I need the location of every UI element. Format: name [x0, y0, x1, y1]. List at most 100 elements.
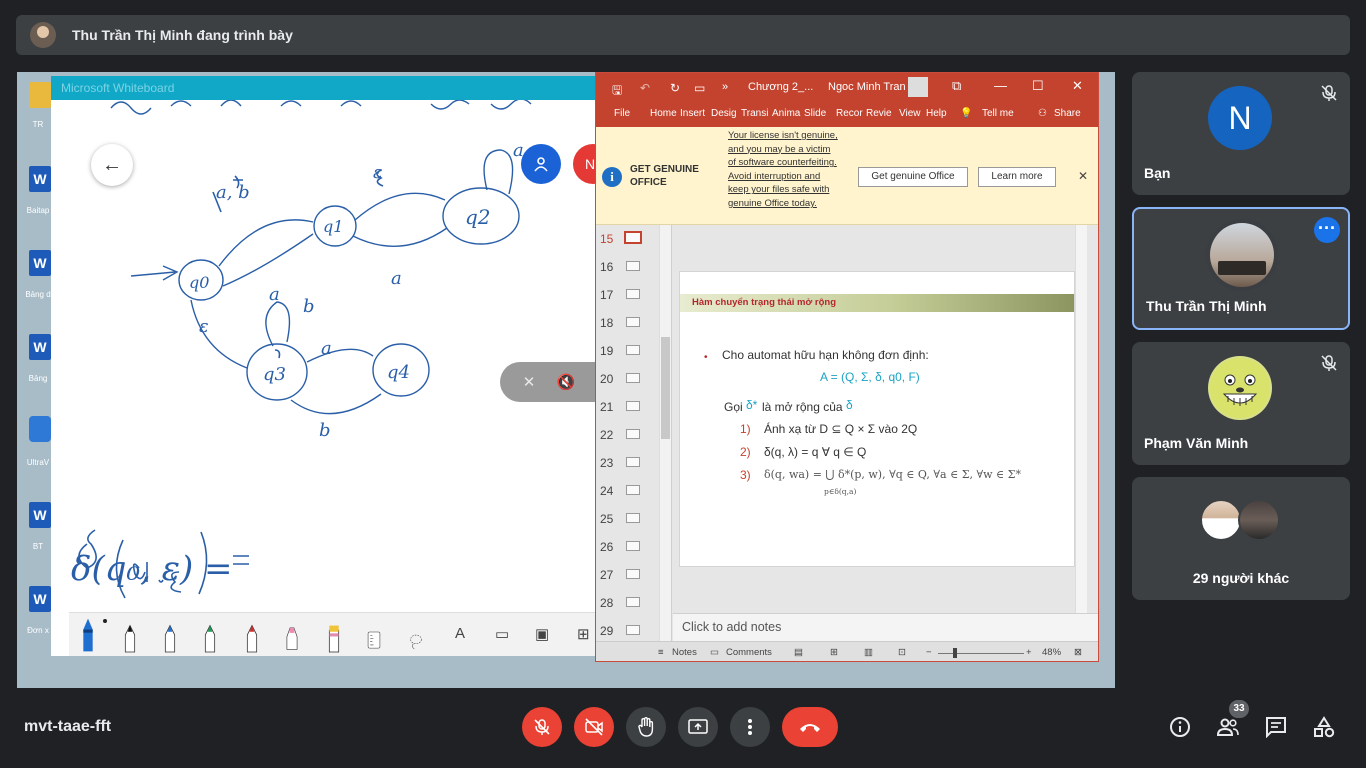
comments-icon[interactable]: ▭ [710, 647, 719, 658]
slide-thumbnail-item[interactable]: 17 [596, 285, 658, 305]
ultraviewer-icon[interactable] [29, 416, 51, 442]
zoom-level[interactable]: 48% [1042, 647, 1061, 658]
account-avatar[interactable] [908, 77, 928, 97]
fit-slide-icon[interactable]: ⊠ [1074, 647, 1082, 658]
note-tool-icon[interactable]: ▭ [495, 625, 509, 643]
menu-file[interactable]: File [614, 108, 630, 119]
blue-pen-tool-icon[interactable] [81, 614, 95, 656]
lasso-tool-icon[interactable] [409, 626, 423, 656]
menu-view[interactable]: View [899, 108, 921, 119]
word-doc-icon[interactable]: W [29, 334, 51, 360]
ruler-tool-icon[interactable] [367, 622, 381, 656]
menu-slideshow[interactable]: Slide [804, 108, 826, 119]
folder-icon[interactable] [29, 82, 51, 108]
slide-thumbnail-item[interactable]: 29 [596, 621, 658, 641]
license-message-link[interactable]: Your license isn't genuine, and you may … [728, 129, 840, 211]
more-commands-icon[interactable]: » [722, 81, 728, 93]
menu-review[interactable]: Revie [866, 108, 892, 119]
slide-canvas[interactable]: Hàm chuyển trạng thái mở rộng • Cho auto… [679, 271, 1075, 567]
raise-hand-button[interactable] [626, 707, 666, 747]
start-slideshow-icon[interactable]: ▭ [694, 81, 705, 95]
sound-off-icon[interactable]: 🔇 [557, 373, 576, 391]
black-pen-tool-icon[interactable] [123, 620, 137, 656]
word-doc-icon[interactable]: W [29, 502, 51, 528]
normal-view-icon[interactable]: ▤ [794, 647, 803, 658]
menu-help[interactable]: Help [926, 108, 947, 119]
slide-thumbnail-item[interactable]: 15 [596, 229, 658, 249]
word-doc-icon[interactable]: W [29, 166, 51, 192]
thumbnail-scrollbar[interactable] [659, 225, 671, 641]
back-button[interactable]: ← [91, 144, 133, 186]
menu-record[interactable]: Recor [836, 108, 863, 119]
text-tool-icon[interactable]: A [455, 625, 465, 642]
yellow-highlighter-tool-icon[interactable] [327, 620, 341, 656]
menu-animations[interactable]: Anima [772, 108, 800, 119]
notes-pane[interactable]: Click to add notes [673, 613, 1098, 641]
mic-toggle-button[interactable] [522, 707, 562, 747]
slide-thumbnail-item[interactable]: 19 [596, 341, 658, 361]
slide-thumbnail-item[interactable]: 28 [596, 593, 658, 613]
cursor-off-icon[interactable]: ✕ [523, 373, 536, 391]
red-pen-tool-icon[interactable] [245, 620, 259, 656]
more-options-button[interactable] [730, 707, 770, 747]
chat-button[interactable] [1263, 714, 1289, 740]
slide-thumbnail-item[interactable]: 16 [596, 257, 658, 277]
redo-icon[interactable]: ↻ [670, 81, 680, 95]
word-doc-icon[interactable]: W [29, 586, 51, 612]
minimize-icon[interactable]: — [994, 78, 1007, 93]
zoom-slider[interactable] [938, 653, 1024, 654]
slide-thumbnail-item[interactable]: 23 [596, 453, 658, 473]
word-doc-icon[interactable]: W [29, 250, 51, 276]
ppt-account-name[interactable]: Ngoc Minh Tran [828, 81, 906, 93]
scrollbar-thumb[interactable] [661, 337, 670, 439]
slide-thumbnail-item[interactable]: 24 [596, 481, 658, 501]
slide-thumbnail-item[interactable]: 27 [596, 565, 658, 585]
image-tool-icon[interactable]: ▣ [535, 625, 549, 643]
slide-thumbnail-item[interactable]: 20 [596, 369, 658, 389]
reading-view-icon[interactable]: ▥ [864, 647, 873, 658]
menu-design[interactable]: Desig [711, 108, 737, 119]
participant-tile[interactable]: Phạm Văn Minh [1132, 342, 1350, 465]
comments-button[interactable]: Comments [726, 647, 772, 658]
present-screen-button[interactable] [678, 707, 718, 747]
collaborator-icon[interactable] [521, 144, 561, 184]
slide-sorter-icon[interactable]: ⊞ [830, 647, 838, 658]
menu-transitions[interactable]: Transi [741, 108, 768, 119]
camera-toggle-button[interactable] [574, 707, 614, 747]
close-icon[interactable]: ✕ [1072, 78, 1083, 94]
close-icon[interactable]: ✕ [1078, 169, 1088, 183]
slide-thumbnail-item[interactable]: 22 [596, 425, 658, 445]
participant-tile-self[interactable]: N Bạn [1132, 72, 1350, 195]
lightbulb-icon[interactable]: 💡 [960, 108, 972, 119]
activities-button[interactable] [1311, 714, 1337, 740]
notes-button[interactable]: Notes [672, 647, 697, 658]
undo-icon[interactable]: ↶ [640, 81, 650, 95]
slide-thumbnail-item[interactable]: 25 [596, 509, 658, 529]
green-pen-tool-icon[interactable] [203, 620, 217, 656]
learn-more-button[interactable]: Learn more [978, 167, 1056, 187]
blue-pen-tool-icon[interactable] [163, 620, 177, 656]
pink-highlighter-tool-icon[interactable] [285, 620, 299, 656]
slide-thumbnail-item[interactable]: 21 [596, 397, 658, 417]
maximize-icon[interactable]: ☐ [1032, 78, 1044, 94]
zoom-out-icon[interactable]: − [926, 647, 932, 658]
menu-home[interactable]: Home [650, 108, 677, 119]
zoom-slider-thumb[interactable] [953, 648, 957, 658]
more-options-icon[interactable]: ··· [1314, 217, 1340, 243]
slide-thumbnail-item[interactable]: 26 [596, 537, 658, 557]
save-icon[interactable]: 🖫 [612, 81, 622, 102]
share-button[interactable]: Share [1054, 108, 1081, 119]
slideshow-view-icon[interactable]: ⊡ [898, 647, 906, 658]
get-genuine-office-button[interactable]: Get genuine Office [858, 167, 968, 187]
leave-call-button[interactable] [782, 707, 838, 747]
ribbon-display-icon[interactable]: ⧉ [952, 78, 961, 94]
menu-insert[interactable]: Insert [680, 108, 705, 119]
notes-icon[interactable]: ≡ [658, 647, 664, 658]
share-icon[interactable]: ⚇ [1038, 108, 1047, 119]
slide-scrollbar[interactable] [1075, 225, 1087, 613]
slide-thumbnail-item[interactable]: 18 [596, 313, 658, 333]
meeting-details-button[interactable] [1167, 714, 1193, 740]
add-tool-icon[interactable]: ⊞ [577, 625, 590, 643]
participant-tile-others[interactable]: 29 người khác [1132, 477, 1350, 600]
participant-tile-presenter[interactable]: ··· Thu Trần Thị Minh [1132, 207, 1350, 330]
